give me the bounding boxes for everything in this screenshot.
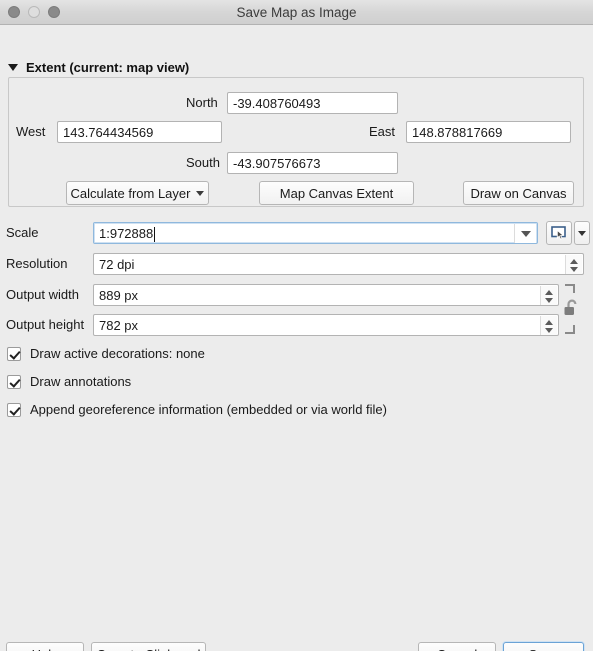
append-georeference-label: Append georeference information (embedde… [30,402,387,417]
zoom-window-button[interactable] [48,6,60,18]
chevron-down-icon [545,297,553,303]
chevron-up-icon [570,258,578,264]
cancel-label: Cancel [437,647,477,651]
chevron-down-icon [570,266,578,272]
chevron-down-icon [578,230,586,236]
set-scale-from-canvas-button[interactable] [546,221,572,245]
output-width-stepper[interactable] [540,286,557,305]
draw-on-canvas-label: Draw on Canvas [470,185,567,201]
checkbox-box [7,374,21,389]
help-label: Help [32,647,59,651]
bracket-top-icon [565,284,575,293]
resolution-label: Resolution [6,256,68,271]
bracket-bottom-icon [565,325,575,334]
chevron-down-icon [545,327,553,333]
checkbox-box [7,346,21,361]
append-georeference-checkbox[interactable]: Append georeference information (embedde… [7,402,387,417]
window-titlebar: Save Map as Image [0,0,593,25]
draw-annotations-checkbox[interactable]: Draw annotations [7,374,131,389]
calculate-from-layer-button[interactable]: Calculate from Layer [66,181,209,205]
output-height-value: 782 px [99,317,139,333]
output-width-label: Output width [6,287,79,302]
scale-options-dropdown-button[interactable] [574,221,590,245]
chevron-down-icon [8,64,18,71]
scale-label: Scale [6,225,39,240]
window-controls[interactable] [8,6,60,18]
copy-to-clipboard-button[interactable]: Copy to Clipboard [91,642,206,651]
output-width-spinbox[interactable]: 889 px [93,284,559,306]
copy-to-clipboard-label: Copy to Clipboard [96,647,200,651]
chevron-down-icon [196,190,205,196]
draw-active-decorations-label: Draw active decorations: none [30,346,205,361]
output-height-label: Output height [6,317,85,332]
south-input[interactable]: -43.907576673 [227,152,398,174]
south-label: South [186,155,220,170]
minimize-window-button[interactable] [28,6,40,18]
help-button[interactable]: Help [6,642,84,651]
extent-group-header[interactable]: Extent (current: map view) [8,60,189,75]
unlocked-padlock-icon [564,299,577,315]
checkbox-box [7,402,21,417]
scale-dropdown-arrow[interactable] [514,224,536,243]
resolution-value: 72 dpi [99,256,135,272]
save-map-as-image-dialog: Extent (current: map view) North -39.408… [0,25,593,651]
output-width-value: 889 px [99,287,139,303]
output-height-spinbox[interactable]: 782 px [93,314,559,336]
north-label: North [186,95,218,110]
chevron-up-icon [545,319,553,325]
west-label: West [16,124,46,139]
window-title: Save Map as Image [236,4,357,20]
cancel-button[interactable]: Cancel [418,642,496,651]
chevron-up-icon [545,289,553,295]
east-label: East [369,124,396,139]
canvas-scale-icon [551,226,566,240]
map-canvas-extent-label: Map Canvas Extent [279,185,394,201]
calculate-from-layer-label: Calculate from Layer [70,185,191,201]
scale-combobox[interactable]: 1:972888 [93,222,538,244]
draw-on-canvas-button[interactable]: Draw on Canvas [463,181,574,205]
close-window-button[interactable] [8,6,20,18]
resolution-spinbox[interactable]: 72 dpi [93,253,584,275]
chevron-down-icon [520,231,531,237]
draw-annotations-label: Draw annotations [30,374,132,389]
north-input[interactable]: -39.408760493 [227,92,398,114]
map-canvas-extent-button[interactable]: Map Canvas Extent [259,181,414,205]
extent-group-title: Extent (current: map view) [26,60,190,75]
scale-value: 1:972888 [99,225,156,242]
draw-active-decorations-checkbox[interactable]: Draw active decorations: none [7,346,205,361]
save-label: Save [529,647,559,651]
aspect-ratio-lock-button[interactable] [562,284,586,334]
output-height-stepper[interactable] [540,316,557,335]
east-input[interactable]: 148.878817669 [406,121,571,143]
resolution-stepper[interactable] [565,255,582,274]
west-input[interactable]: 143.764434569 [57,121,222,143]
save-button[interactable]: Save [503,642,584,651]
